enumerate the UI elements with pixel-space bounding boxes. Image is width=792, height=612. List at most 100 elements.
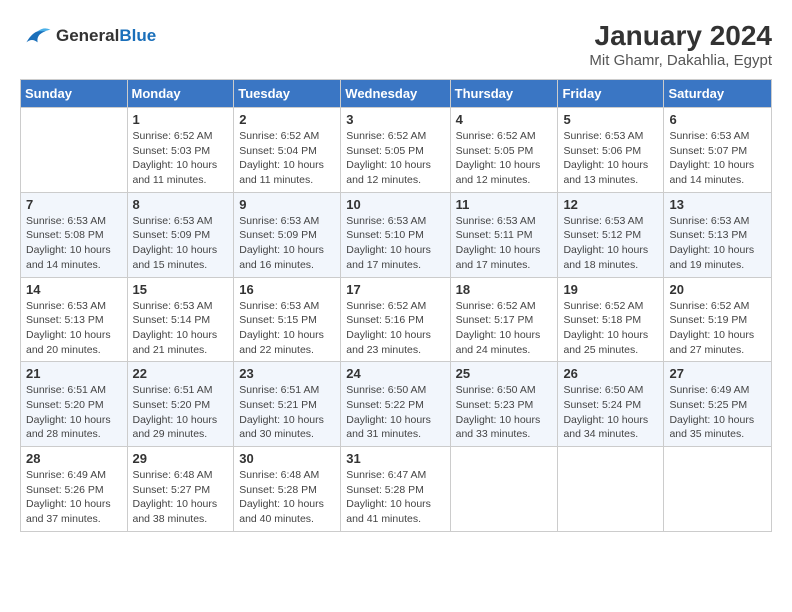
calendar-cell: 25 Sunrise: 6:50 AM Sunset: 5:23 PM Dayli… [450, 362, 558, 447]
calendar-cell: 12 Sunrise: 6:53 AM Sunset: 5:12 PM Dayli… [558, 192, 664, 277]
weekday-header: Thursday [450, 80, 558, 108]
page-header: GeneralBlue January 2024 Mit Ghamr, Daka… [20, 20, 772, 69]
weekday-header-row: SundayMondayTuesdayWednesdayThursdayFrid… [21, 80, 772, 108]
day-number: 11 [456, 197, 553, 212]
day-info: Sunrise: 6:53 AM Sunset: 5:13 PM Dayligh… [669, 214, 766, 273]
weekday-header: Monday [127, 80, 234, 108]
calendar-cell: 28 Sunrise: 6:49 AM Sunset: 5:26 PM Dayli… [21, 447, 128, 532]
day-info: Sunrise: 6:52 AM Sunset: 5:19 PM Dayligh… [669, 299, 766, 358]
calendar-cell: 3 Sunrise: 6:52 AM Sunset: 5:05 PM Daylig… [341, 108, 450, 193]
day-info: Sunrise: 6:53 AM Sunset: 5:12 PM Dayligh… [563, 214, 658, 273]
calendar-cell: 31 Sunrise: 6:47 AM Sunset: 5:28 PM Dayli… [341, 447, 450, 532]
day-info: Sunrise: 6:50 AM Sunset: 5:23 PM Dayligh… [456, 383, 553, 442]
day-info: Sunrise: 6:52 AM Sunset: 5:03 PM Dayligh… [133, 129, 229, 188]
calendar-week-row: 21 Sunrise: 6:51 AM Sunset: 5:20 PM Dayli… [21, 362, 772, 447]
calendar-cell: 30Sunrise: 6:48 AM Sunset: 5:28 PM Dayli… [234, 447, 341, 532]
day-number: 25 [456, 366, 553, 381]
calendar-cell: 22Sunrise: 6:51 AM Sunset: 5:20 PM Dayli… [127, 362, 234, 447]
calendar-week-row: 14Sunrise: 6:53 AM Sunset: 5:13 PM Dayli… [21, 277, 772, 362]
month-title: January 2024 [589, 20, 772, 52]
weekday-header: Wednesday [341, 80, 450, 108]
calendar-cell: 13 Sunrise: 6:53 AM Sunset: 5:13 PM Dayli… [664, 192, 772, 277]
day-info: Sunrise: 6:53 AM Sunset: 5:08 PM Dayligh… [26, 214, 122, 273]
day-number: 6 [669, 112, 766, 127]
day-number: 13 [669, 197, 766, 212]
calendar-cell: 5 Sunrise: 6:53 AM Sunset: 5:06 PM Daylig… [558, 108, 664, 193]
day-info: Sunrise: 6:52 AM Sunset: 5:04 PM Dayligh… [239, 129, 335, 188]
day-number: 8 [133, 197, 229, 212]
day-info: Sunrise: 6:53 AM Sunset: 5:14 PM Dayligh… [133, 299, 229, 358]
logo-icon [20, 20, 52, 52]
day-number: 4 [456, 112, 553, 127]
day-info: Sunrise: 6:53 AM Sunset: 5:06 PM Dayligh… [563, 129, 658, 188]
day-info: Sunrise: 6:47 AM Sunset: 5:28 PM Dayligh… [346, 468, 444, 527]
calendar-cell: 8 Sunrise: 6:53 AM Sunset: 5:09 PM Daylig… [127, 192, 234, 277]
calendar-cell: 21 Sunrise: 6:51 AM Sunset: 5:20 PM Dayli… [21, 362, 128, 447]
day-number: 12 [563, 197, 658, 212]
calendar-week-row: 7 Sunrise: 6:53 AM Sunset: 5:08 PM Daylig… [21, 192, 772, 277]
calendar-cell: 16 Sunrise: 6:53 AM Sunset: 5:15 PM Dayli… [234, 277, 341, 362]
day-info: Sunrise: 6:51 AM Sunset: 5:21 PM Dayligh… [239, 383, 335, 442]
calendar-cell: 11 Sunrise: 6:53 AM Sunset: 5:11 PM Dayli… [450, 192, 558, 277]
day-number: 26 [563, 366, 658, 381]
day-number: 28 [26, 451, 122, 466]
calendar-cell: 7 Sunrise: 6:53 AM Sunset: 5:08 PM Daylig… [21, 192, 128, 277]
day-info: Sunrise: 6:49 AM Sunset: 5:26 PM Dayligh… [26, 468, 122, 527]
calendar-week-row: 28 Sunrise: 6:49 AM Sunset: 5:26 PM Dayli… [21, 447, 772, 532]
weekday-header: Tuesday [234, 80, 341, 108]
day-info: Sunrise: 6:53 AM Sunset: 5:10 PM Dayligh… [346, 214, 444, 273]
day-info: Sunrise: 6:53 AM Sunset: 5:09 PM Dayligh… [239, 214, 335, 273]
day-number: 18 [456, 282, 553, 297]
calendar-week-row: 1 Sunrise: 6:52 AM Sunset: 5:03 PM Daylig… [21, 108, 772, 193]
day-info: Sunrise: 6:48 AM Sunset: 5:27 PM Dayligh… [133, 468, 229, 527]
day-number: 1 [133, 112, 229, 127]
day-info: Sunrise: 6:52 AM Sunset: 5:05 PM Dayligh… [346, 129, 444, 188]
weekday-header: Friday [558, 80, 664, 108]
day-number: 3 [346, 112, 444, 127]
day-number: 24 [346, 366, 444, 381]
calendar-cell: 26 Sunrise: 6:50 AM Sunset: 5:24 PM Dayli… [558, 362, 664, 447]
day-number: 23 [239, 366, 335, 381]
day-info: Sunrise: 6:53 AM Sunset: 5:11 PM Dayligh… [456, 214, 553, 273]
calendar-cell: 27 Sunrise: 6:49 AM Sunset: 5:25 PM Dayli… [664, 362, 772, 447]
day-number: 16 [239, 282, 335, 297]
weekday-header: Saturday [664, 80, 772, 108]
calendar-cell [664, 447, 772, 532]
weekday-header: Sunday [21, 80, 128, 108]
calendar-cell: 14Sunrise: 6:53 AM Sunset: 5:13 PM Dayli… [21, 277, 128, 362]
day-number: 17 [346, 282, 444, 297]
day-info: Sunrise: 6:51 AM Sunset: 5:20 PM Dayligh… [133, 383, 229, 442]
day-info: Sunrise: 6:49 AM Sunset: 5:25 PM Dayligh… [669, 383, 766, 442]
day-number: 29 [133, 451, 229, 466]
calendar-cell: 1 Sunrise: 6:52 AM Sunset: 5:03 PM Daylig… [127, 108, 234, 193]
day-number: 14 [26, 282, 122, 297]
day-number: 31 [346, 451, 444, 466]
day-number: 9 [239, 197, 335, 212]
calendar-table: SundayMondayTuesdayWednesdayThursdayFrid… [20, 79, 772, 532]
day-info: Sunrise: 6:53 AM Sunset: 5:07 PM Dayligh… [669, 129, 766, 188]
day-number: 10 [346, 197, 444, 212]
day-number: 15 [133, 282, 229, 297]
calendar-cell: 18Sunrise: 6:52 AM Sunset: 5:17 PM Dayli… [450, 277, 558, 362]
day-info: Sunrise: 6:50 AM Sunset: 5:24 PM Dayligh… [563, 383, 658, 442]
day-number: 5 [563, 112, 658, 127]
day-number: 7 [26, 197, 122, 212]
day-number: 30 [239, 451, 335, 466]
day-info: Sunrise: 6:53 AM Sunset: 5:09 PM Dayligh… [133, 214, 229, 273]
calendar-cell: 23 Sunrise: 6:51 AM Sunset: 5:21 PM Dayli… [234, 362, 341, 447]
day-number: 27 [669, 366, 766, 381]
calendar-cell: 17Sunrise: 6:52 AM Sunset: 5:16 PM Dayli… [341, 277, 450, 362]
calendar-cell [21, 108, 128, 193]
day-info: Sunrise: 6:50 AM Sunset: 5:22 PM Dayligh… [346, 383, 444, 442]
day-number: 21 [26, 366, 122, 381]
calendar-cell: 6 Sunrise: 6:53 AM Sunset: 5:07 PM Daylig… [664, 108, 772, 193]
logo-text: GeneralBlue [56, 26, 156, 46]
calendar-cell: 24 Sunrise: 6:50 AM Sunset: 5:22 PM Dayli… [341, 362, 450, 447]
calendar-cell: 20Sunrise: 6:52 AM Sunset: 5:19 PM Dayli… [664, 277, 772, 362]
day-info: Sunrise: 6:52 AM Sunset: 5:18 PM Dayligh… [563, 299, 658, 358]
day-info: Sunrise: 6:53 AM Sunset: 5:15 PM Dayligh… [239, 299, 335, 358]
location: Mit Ghamr, Dakahlia, Egypt [589, 52, 772, 69]
calendar-cell: 10 Sunrise: 6:53 AM Sunset: 5:10 PM Dayli… [341, 192, 450, 277]
day-number: 19 [563, 282, 658, 297]
day-info: Sunrise: 6:51 AM Sunset: 5:20 PM Dayligh… [26, 383, 122, 442]
